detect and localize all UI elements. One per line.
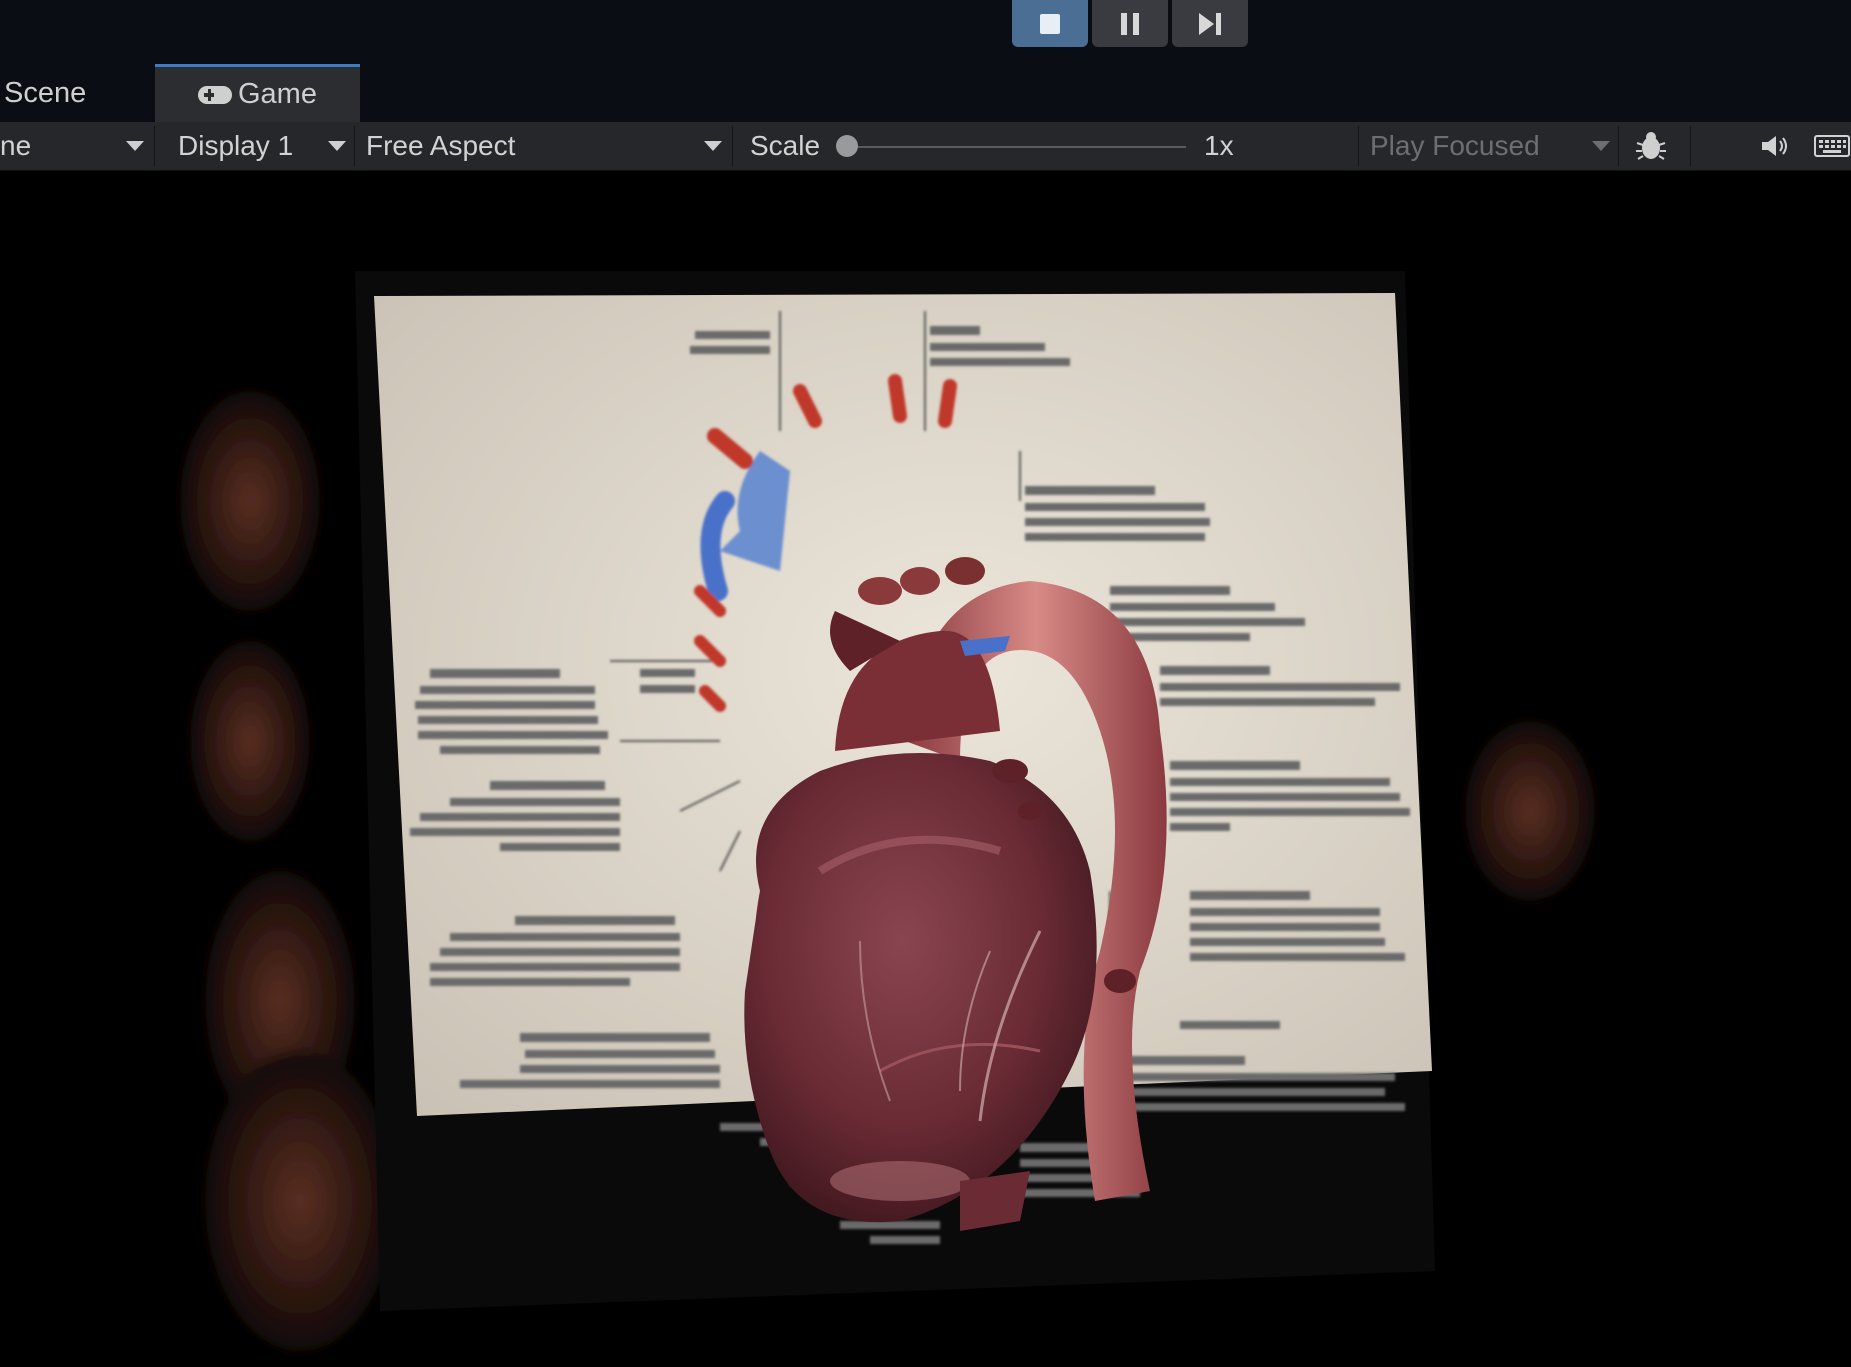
chevron-down-icon — [1592, 141, 1610, 151]
scale-control: Scale 1x — [736, 122, 1356, 170]
aspect-label: Free Aspect — [366, 130, 516, 161]
tab-scene-label: Scene — [4, 76, 87, 109]
display-label: Display 1 — [178, 130, 294, 161]
play-toolbar — [0, 0, 1851, 64]
pause-button[interactable] — [1092, 0, 1168, 47]
view-mode-label: ne — [0, 130, 32, 161]
chevron-down-icon — [328, 141, 346, 151]
pause-icon — [1121, 12, 1139, 35]
scale-slider-handle[interactable] — [836, 135, 858, 157]
game-view-toolbar: ne Display 1 Free Aspect Scale 1x Play F… — [0, 122, 1851, 171]
debug-button[interactable] — [1626, 122, 1676, 170]
gamepad-icon — [198, 85, 232, 104]
keyboard-button[interactable] — [1812, 122, 1851, 170]
play-mode-label: Play Focused — [1370, 130, 1540, 161]
speaker-icon — [1762, 136, 1787, 156]
stop-icon — [1040, 13, 1060, 34]
game-viewport[interactable] — [0, 171, 1851, 1367]
tab-game[interactable]: Game — [155, 64, 360, 122]
step-button[interactable] — [1172, 0, 1248, 47]
ar-camera-feed — [180, 271, 1595, 1351]
stop-button[interactable] — [1012, 0, 1088, 47]
play-mode-dropdown[interactable]: Play Focused — [1362, 122, 1612, 170]
chevron-down-icon — [126, 141, 144, 151]
keyboard-icon — [1813, 135, 1850, 157]
scale-label: Scale — [750, 130, 821, 161]
chevron-down-icon — [704, 141, 722, 151]
scale-value: 1x — [1204, 130, 1234, 161]
bug-icon — [1636, 132, 1666, 160]
tab-game-label: Game — [238, 78, 317, 110]
tab-bar: Scene Game — [0, 64, 1851, 122]
tab-scene[interactable]: Scene — [0, 64, 86, 122]
scale-slider-track[interactable] — [846, 146, 1186, 148]
view-mode-dropdown[interactable]: ne — [0, 122, 150, 170]
aspect-dropdown[interactable]: Free Aspect — [358, 122, 728, 170]
display-dropdown[interactable]: Display 1 — [158, 122, 350, 170]
mute-audio-button[interactable] — [1750, 122, 1800, 170]
step-icon — [1199, 12, 1221, 35]
